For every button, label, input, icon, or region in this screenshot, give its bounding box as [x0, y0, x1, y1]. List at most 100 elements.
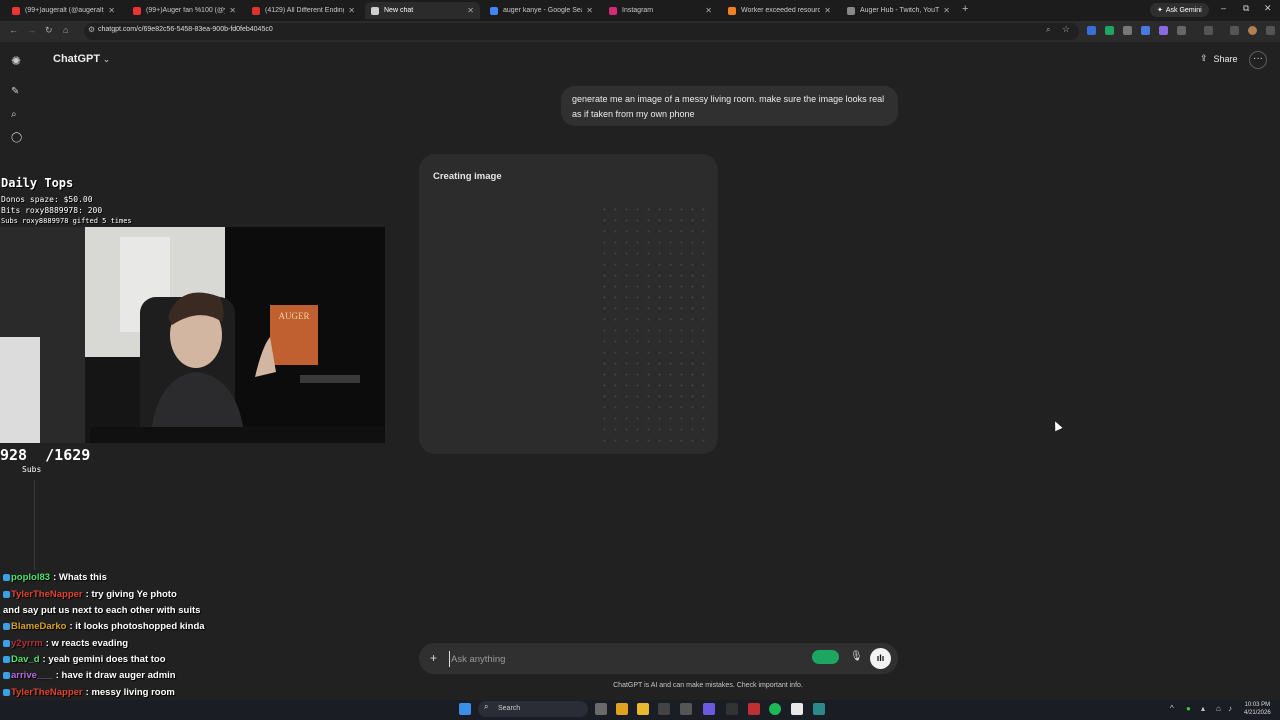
chat-message: TylerTheNapper: messy living room — [3, 687, 175, 698]
chat-badge-icon — [3, 688, 10, 696]
app-icon[interactable] — [726, 703, 738, 715]
spotify-icon[interactable] — [769, 703, 781, 715]
model-selector[interactable]: ChatGPT ⌄ — [53, 53, 110, 65]
chat-badge-icon — [3, 573, 10, 581]
close-tab-icon[interactable]: ✕ — [467, 6, 474, 15]
close-tab-icon[interactable]: ✕ — [824, 6, 831, 15]
close-tab-icon[interactable]: ✕ — [229, 6, 236, 15]
extension-icon[interactable] — [1105, 26, 1114, 35]
image-generation-card: Creating image — [419, 154, 718, 454]
browser-tab[interactable]: (99+)augeralt (@augeralt) | Tik✕ — [6, 2, 121, 19]
loading-dot-pattern — [599, 204, 714, 444]
tray-app-icon[interactable]: ▴ — [1201, 704, 1205, 713]
bookmark-star-icon[interactable]: ☆ — [1062, 24, 1070, 35]
extension-icon[interactable] — [1123, 26, 1132, 35]
close-tab-icon[interactable]: ✕ — [943, 6, 950, 15]
sub-current: 928 — [0, 446, 28, 464]
library-icon[interactable]: ◯ — [11, 132, 22, 143]
tops-donos: Donos spaze: $50.00 — [1, 195, 93, 204]
task-view-icon[interactable] — [595, 703, 607, 715]
restore-button[interactable]: ⧉ — [1243, 3, 1249, 14]
microphone-icon[interactable]: 🎙 — [850, 651, 863, 662]
add-attachment-icon[interactable]: + — [430, 651, 437, 665]
sidebar-icon[interactable] — [1204, 26, 1213, 35]
browser-menu-icon[interactable] — [1266, 26, 1275, 35]
site-info-icon[interactable]: ⚙ — [88, 25, 95, 34]
minimize-button[interactable]: – — [1221, 3, 1226, 13]
clock-time: 10:03 PM — [1244, 702, 1271, 708]
chat-badge-icon — [3, 639, 10, 647]
chat-username[interactable]: poplol83 — [11, 572, 50, 583]
forward-icon[interactable]: → — [27, 25, 36, 35]
app-icon[interactable] — [813, 703, 825, 715]
chat-username[interactable]: BlameDarko — [11, 621, 66, 632]
close-tab-icon[interactable]: ✕ — [586, 6, 593, 15]
chat-username[interactable]: TylerTheNapper — [11, 589, 83, 600]
browser-tab[interactable]: (99+)Auger fan %100 (@yelow ✕ — [127, 2, 242, 19]
chat-username[interactable]: Dav_d — [11, 654, 40, 665]
app-icon[interactable] — [791, 703, 803, 715]
extensions-menu-icon[interactable] — [1177, 26, 1186, 35]
tab-favicon-icon — [490, 6, 498, 15]
chat-username[interactable]: y2yrrm — [11, 638, 43, 649]
tops-bits: Bits roxy8889978: 200 — [1, 206, 103, 215]
taskbar-search[interactable]: Search — [478, 701, 588, 717]
openai-logo-icon[interactable]: ✺ — [11, 54, 21, 68]
tray-app-icon[interactable]: ● — [1186, 704, 1191, 713]
tab-favicon-icon — [252, 6, 260, 15]
extension-icon[interactable] — [1159, 26, 1168, 35]
app-icon[interactable] — [658, 703, 670, 715]
extension-icon[interactable] — [1087, 26, 1096, 35]
chat-message: poplol83: Whats this — [3, 572, 107, 583]
discord-icon[interactable] — [703, 703, 715, 715]
tray-overflow-icon[interactable]: ^ — [1170, 704, 1174, 713]
new-tab-button[interactable]: + — [962, 3, 968, 15]
app-icon[interactable] — [680, 703, 692, 715]
share-button[interactable]: ⇪ Share — [1200, 53, 1238, 64]
tab-favicon-icon — [728, 6, 736, 15]
more-options-icon[interactable]: ··· — [1249, 51, 1267, 69]
close-tab-icon[interactable]: ✕ — [108, 6, 115, 15]
chat-text: yeah gemini does that too — [48, 654, 166, 665]
extension-badge-icon[interactable] — [812, 650, 839, 664]
daily-tops-title: Daily Tops — [1, 176, 74, 190]
search-icon[interactable]: ⌕ — [11, 109, 17, 120]
chat-badge-icon — [3, 590, 10, 598]
chat-username[interactable]: TylerTheNapper — [11, 687, 83, 698]
browser-tab[interactable]: Auger Hub - Twitch, YouTube, ✕ — [841, 2, 956, 19]
app-icon[interactable] — [748, 703, 760, 715]
network-icon[interactable]: ⌂ — [1216, 704, 1221, 713]
chat-message: and say put us next to each other with s… — [3, 605, 200, 616]
browser-tab[interactable]: Worker exceeded resource limi✕ — [722, 2, 837, 19]
volume-icon[interactable]: ♪ — [1228, 704, 1232, 713]
chat-text: it looks photoshopped kinda — [75, 621, 205, 632]
back-icon[interactable]: ← — [9, 25, 18, 35]
prompt-input[interactable] — [449, 651, 799, 667]
file-explorer-icon[interactable] — [637, 703, 649, 715]
browser-tab[interactable]: Instagram ✕ — [603, 2, 718, 19]
voice-mode-button[interactable]: ıIı — [870, 648, 891, 669]
browser-tab[interactable]: auger kanye - Google Search ✕ — [484, 2, 599, 19]
chat-username[interactable]: arrive___ — [11, 670, 53, 681]
close-tab-icon[interactable]: ✕ — [705, 6, 712, 15]
chrome-icon[interactable] — [616, 703, 628, 715]
new-chat-icon[interactable]: ✎ — [11, 86, 19, 97]
mouse-cursor — [1051, 419, 1063, 432]
close-window-button[interactable]: ✕ — [1264, 3, 1272, 14]
close-tab-icon[interactable]: ✕ — [348, 6, 355, 15]
model-name: ChatGPT — [53, 53, 101, 65]
search-icon: ⌕ — [484, 702, 489, 711]
reload-icon[interactable]: ↻ — [45, 25, 53, 36]
chat-message: BlameDarko: it looks photoshopped kinda — [3, 621, 205, 632]
browser-tab[interactable]: New chat ✕ — [365, 2, 480, 19]
downloads-icon[interactable] — [1230, 26, 1239, 35]
clock[interactable]: 10:03 PM 4/21/2026 — [1244, 701, 1271, 717]
windows-start-icon[interactable] — [459, 703, 471, 715]
ask-gemini-button[interactable]: ✦ Ask Gemini — [1150, 3, 1209, 17]
profile-avatar[interactable] — [1248, 26, 1257, 35]
extension-icon[interactable] — [1141, 26, 1150, 35]
zoom-icon[interactable]: ⌕ — [1046, 25, 1050, 35]
sub-goal: /1629 — [45, 446, 91, 464]
browser-tab[interactable]: (4129) All Different Endings D ✕ — [246, 2, 361, 19]
home-icon[interactable]: ⌂ — [63, 25, 68, 35]
